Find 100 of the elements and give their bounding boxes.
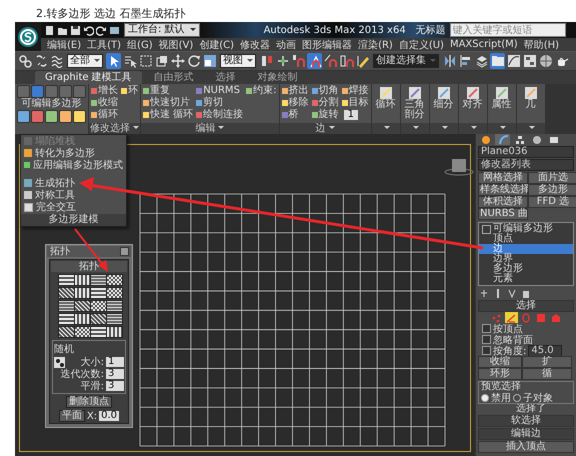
pattern-button[interactable]: [90, 326, 106, 338]
pattern-button[interactable]: [90, 300, 106, 312]
tool-button[interactable]: 重复: [150, 85, 170, 97]
rollout-title[interactable]: 编辑边: [478, 428, 574, 440]
toolbar-button[interactable]: [339, 53, 354, 69]
tool-button[interactable]: 约束:: [253, 85, 277, 97]
stack-item[interactable]: 多边形: [479, 264, 573, 274]
stack-item[interactable]: 边界: [479, 254, 573, 264]
modifier-list-dropdown[interactable]: 修改器列表: [478, 159, 574, 171]
tool-button[interactable]: 增长: [98, 85, 118, 97]
mode-button[interactable]: [73, 110, 86, 123]
mode-button[interactable]: [45, 110, 58, 123]
number-field[interactable]: 3: [106, 381, 124, 391]
toolbar-button[interactable]: [442, 53, 457, 69]
toolbar-button[interactable]: [202, 53, 217, 69]
plane-button[interactable]: 平面: [58, 410, 85, 422]
tool-button[interactable]: 移除: [288, 97, 309, 109]
menu-item[interactable]: 创建(C): [199, 38, 234, 52]
toolbar-button[interactable]: [506, 53, 521, 69]
selection-button[interactable]: 收缩: [478, 356, 522, 368]
menu-item[interactable]: 渲染(R): [358, 38, 393, 52]
toolbar-button[interactable]: [106, 53, 121, 69]
pattern-button[interactable]: [106, 313, 122, 325]
radio-button[interactable]: [513, 394, 521, 402]
mode-button[interactable]: [17, 110, 30, 123]
pattern-button[interactable]: [106, 274, 122, 286]
tool-button[interactable]: NURMS: [203, 85, 240, 97]
pattern-button[interactable]: [74, 300, 90, 312]
toolbar-dropdown[interactable]: 创建选择集: [373, 54, 439, 68]
stack-item[interactable]: 边: [479, 244, 573, 254]
checkbox[interactable]: [24, 202, 33, 212]
toolbar-button[interactable]: [323, 53, 338, 69]
pattern-button[interactable]: [58, 326, 74, 338]
redo-icon[interactable]: [96, 24, 107, 36]
menu-item[interactable]: 编辑(E): [47, 38, 82, 52]
tool-button[interactable]: 桥: [288, 109, 299, 121]
radio-button[interactable]: [481, 394, 489, 402]
toolbar-button[interactable]: [474, 53, 489, 69]
modifier-button[interactable]: 体积选择: [478, 196, 528, 208]
angle-field[interactable]: 45.0: [528, 344, 562, 356]
toolbar-button[interactable]: [291, 53, 306, 69]
tool-button[interactable]: 焊接: [348, 85, 369, 97]
panel-title[interactable]: 边: [316, 123, 326, 134]
delete-vertex-button[interactable]: 删除顶点: [66, 396, 112, 408]
ribbon-tab[interactable]: Graphite 建模工具: [35, 71, 142, 84]
pattern-button[interactable]: [58, 274, 74, 286]
tool-button[interactable]: 属性: [490, 100, 513, 110]
menu-item[interactable]: 完全交互: [36, 200, 76, 214]
tool-button[interactable]: 细分: [432, 100, 455, 110]
tool-button[interactable]: 绘制连接: [203, 109, 244, 121]
rollout-title[interactable]: 软选择: [478, 415, 574, 427]
toolbar-button[interactable]: [154, 53, 169, 69]
toolbar-button[interactable]: [275, 53, 290, 69]
toolbar-button[interactable]: [307, 53, 322, 69]
pattern-button[interactable]: [74, 274, 90, 286]
checkbox[interactable]: [482, 346, 491, 355]
rollout-title[interactable]: 拓扑: [51, 261, 127, 272]
workspace-dropdown[interactable]: 工作台: 默认: [124, 23, 200, 37]
toolbar-button[interactable]: [490, 53, 505, 69]
app-logo-icon[interactable]: [17, 26, 39, 48]
page-icon[interactable]: [44, 24, 55, 36]
collapse-icon[interactable]: [482, 224, 491, 234]
menu-item[interactable]: 工具(T): [87, 38, 122, 52]
toolbar-button[interactable]: [458, 53, 473, 69]
tool-button[interactable]: 几: [520, 100, 542, 110]
checkbox[interactable]: [482, 335, 491, 344]
modifier-button[interactable]: 网格选择: [478, 172, 528, 184]
pattern-button[interactable]: [106, 287, 122, 299]
tool-button[interactable]: 快速 循环: [150, 109, 194, 121]
tool-button[interactable]: 循环: [98, 109, 118, 121]
tool-button[interactable]: 收缩: [98, 97, 118, 109]
subobject-button[interactable]: [504, 312, 518, 323]
pattern-button[interactable]: [90, 287, 106, 299]
tool-button[interactable]: 目标: [348, 97, 369, 109]
pattern-button[interactable]: [58, 313, 74, 325]
toolbar-button[interactable]: [17, 53, 32, 69]
ribbon-tab[interactable]: 选择: [206, 71, 246, 84]
tool-button[interactable]: 剪切: [203, 97, 224, 109]
checkbox[interactable]: [482, 324, 491, 333]
undo-icon[interactable]: [83, 24, 94, 36]
pattern-button[interactable]: [74, 326, 90, 338]
subobject-button[interactable]: [31, 85, 44, 98]
brush-dots-icon[interactable]: [54, 356, 65, 368]
pattern-button[interactable]: [106, 300, 122, 312]
number-field[interactable]: 3: [106, 369, 124, 379]
menu-item[interactable]: 自定义(U): [398, 38, 444, 52]
menu-item[interactable]: 图形编辑器: [302, 38, 352, 52]
pattern-button[interactable]: [106, 326, 122, 338]
toolbar-button[interactable]: [538, 53, 553, 69]
menu-item[interactable]: 修改器: [240, 38, 270, 52]
menu-item[interactable]: MAXScript(M): [450, 39, 518, 50]
toolbar-button[interactable]: [138, 53, 153, 69]
mode-button[interactable]: [59, 110, 72, 123]
menu-item[interactable]: 视图(V): [158, 38, 194, 52]
mode-button[interactable]: [31, 110, 44, 123]
ribbon-tab[interactable]: 自由形式: [144, 71, 204, 84]
menu-item[interactable]: 动画: [276, 38, 296, 52]
toolbar-dropdown[interactable]: 全部: [67, 54, 103, 68]
tool-button[interactable]: 循环: [374, 100, 397, 110]
selection-button[interactable]: 循: [522, 368, 572, 380]
